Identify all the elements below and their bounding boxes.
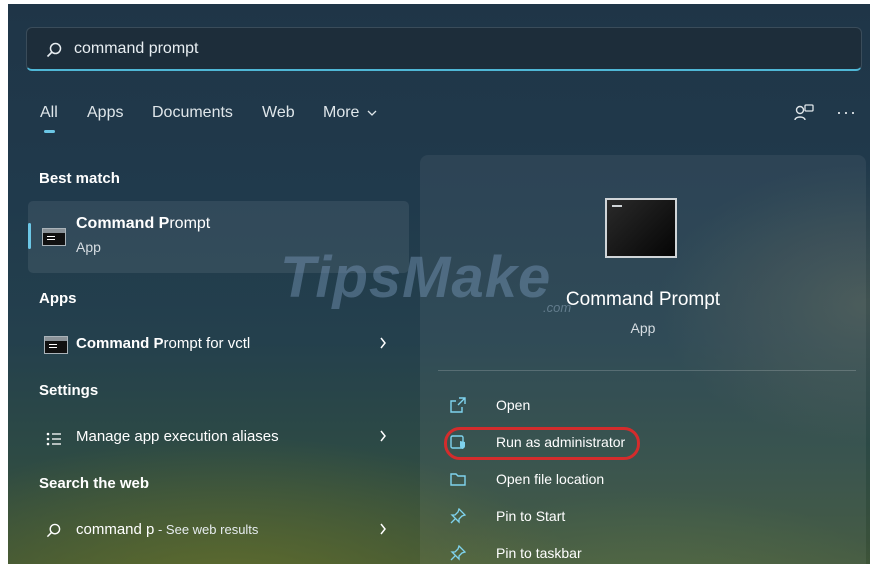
tab-more[interactable]: More [323, 104, 377, 122]
action-label: Open file location [496, 471, 605, 487]
command-prompt-icon [42, 228, 66, 246]
folder-icon [450, 473, 466, 486]
chevron-down-icon [367, 110, 377, 116]
pin-icon [450, 545, 466, 561]
settings-item-label: Manage app execution aliases [76, 428, 279, 445]
tab-web[interactable]: Web [262, 104, 295, 122]
section-apps: Apps [39, 290, 77, 307]
action-pin-to-taskbar[interactable]: Pin to taskbar [446, 539, 846, 564]
chevron-right-icon[interactable] [379, 522, 387, 536]
detail-pane: Command Prompt App Open Run as administr… [420, 155, 866, 564]
tab-all[interactable]: All [40, 104, 58, 122]
search-box[interactable]: command prompt [26, 27, 862, 71]
action-label: Pin to taskbar [496, 545, 582, 561]
command-prompt-large-icon [605, 198, 677, 258]
highlight-circle [444, 427, 640, 460]
share-profile-icon[interactable] [794, 104, 814, 127]
section-settings: Settings [39, 382, 99, 399]
tab-active-indicator [44, 130, 55, 133]
chevron-right-icon[interactable] [379, 429, 387, 443]
list-item-manage-aliases[interactable]: Manage app execution aliases [28, 417, 409, 459]
watermark-domain: .com [543, 300, 572, 315]
divider [438, 370, 856, 371]
action-open-file-location[interactable]: Open file location [446, 465, 846, 495]
action-label: Open [496, 397, 531, 413]
web-search-label: command p - See web results [76, 521, 259, 538]
list-settings-icon [46, 432, 61, 446]
search-icon [46, 42, 62, 58]
selection-accent [28, 223, 31, 249]
list-item-command-prompt-vctl[interactable]: Command Prompt for vctl [28, 324, 409, 366]
detail-subtitle: App [630, 320, 656, 336]
section-best-match: Best match [39, 170, 120, 187]
tab-apps[interactable]: Apps [87, 104, 123, 122]
section-search-web: Search the web [39, 475, 150, 492]
watermark: TipsMake [280, 245, 552, 310]
start-search-window: command prompt All Apps Documents Web Mo… [8, 4, 870, 564]
tab-documents[interactable]: Documents [152, 104, 233, 122]
action-label: Pin to Start [496, 508, 566, 524]
open-external-icon [450, 397, 466, 413]
app-item-label: Command Prompt for vctl [76, 335, 251, 352]
search-input[interactable]: command prompt [74, 40, 199, 58]
more-options-icon[interactable]: ··· [836, 102, 857, 123]
command-prompt-icon [44, 336, 68, 354]
search-icon [46, 523, 61, 538]
list-item-web-search[interactable]: command p - See web results [28, 510, 409, 552]
pin-icon [450, 508, 466, 524]
action-open[interactable]: Open [446, 391, 846, 421]
best-match-subtitle: App [76, 239, 101, 255]
action-pin-to-start[interactable]: Pin to Start [446, 502, 846, 532]
best-match-title: Command Prompt [76, 215, 211, 232]
chevron-right-icon[interactable] [379, 336, 387, 350]
